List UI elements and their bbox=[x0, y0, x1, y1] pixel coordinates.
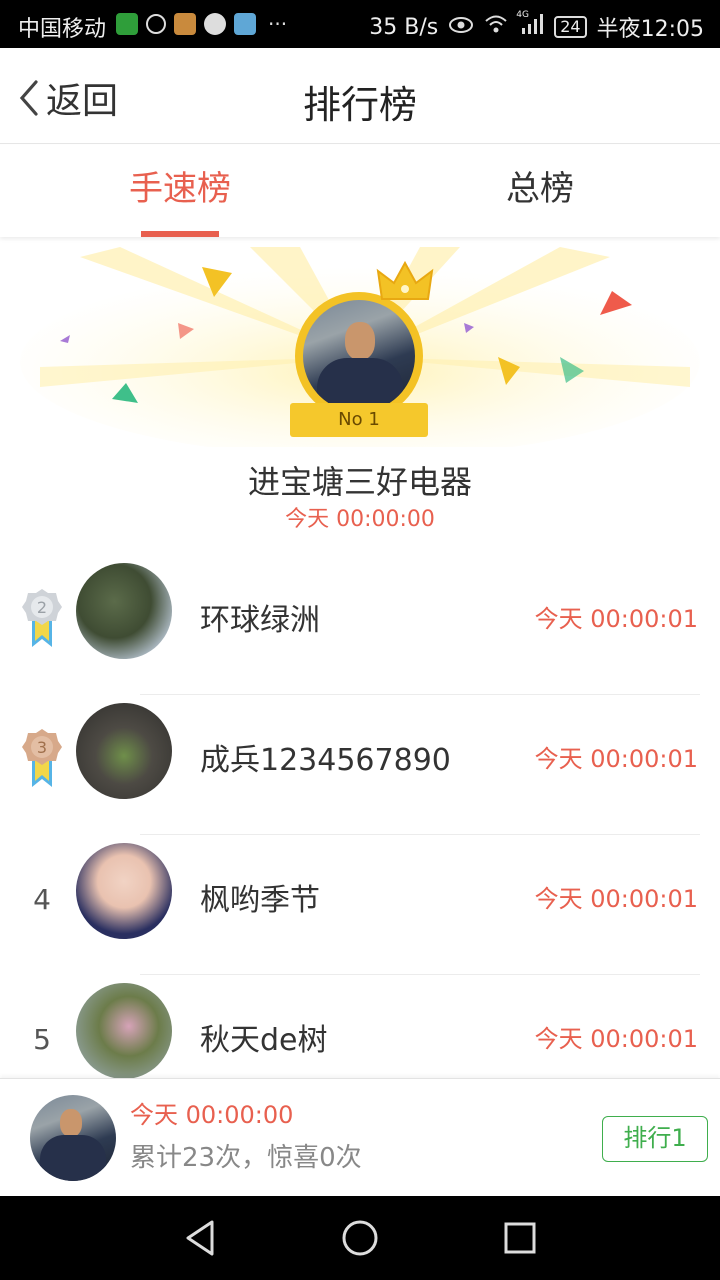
avatar[interactable] bbox=[76, 563, 172, 659]
avatar[interactable] bbox=[76, 843, 172, 939]
status-bar: 中国移动 ··· 35 B/s 4G 24 半夜12:05 bbox=[0, 0, 720, 48]
my-stats: 累计23次，惊喜0次 bbox=[130, 1143, 362, 1173]
list-item[interactable]: 4 枫哟季节 今天 00:00:01 bbox=[0, 835, 720, 975]
no1-ribbon: No 1 bbox=[290, 403, 428, 437]
rank-time: 今天 00:00:01 bbox=[534, 1025, 698, 1053]
winner-podium: No 1 进宝塘三好电器 今天 00:00:00 bbox=[0, 237, 720, 537]
rank-name: 枫哟季节 bbox=[200, 883, 320, 918]
list-item[interactable]: 2 环球绿洲 今天 00:00:01 bbox=[0, 555, 720, 695]
my-ranking-summary: 今天 00:00:00 累计23次，惊喜0次 排行1 bbox=[0, 1078, 720, 1196]
home-nav-icon[interactable] bbox=[338, 1216, 382, 1260]
my-avatar[interactable] bbox=[30, 1095, 116, 1181]
silver-medal-icon: 2 bbox=[22, 589, 62, 647]
system-nav-bar bbox=[0, 1196, 720, 1280]
wechat-icon bbox=[204, 13, 226, 35]
tab-speed-ranking[interactable]: 手速榜 bbox=[0, 145, 360, 237]
rank-time: 今天 00:00:01 bbox=[534, 745, 698, 773]
browser-app-icon bbox=[234, 13, 256, 35]
clock: 半夜12:05 bbox=[596, 17, 704, 42]
rank-number: 4 bbox=[33, 883, 51, 916]
page-title: 排行榜 bbox=[302, 83, 417, 127]
avatar[interactable] bbox=[76, 703, 172, 799]
active-tab-indicator bbox=[141, 231, 219, 237]
recents-nav-icon[interactable] bbox=[498, 1216, 542, 1260]
rank-name: 成兵1234567890 bbox=[200, 743, 451, 778]
bronze-medal-icon: 3 bbox=[22, 729, 62, 787]
wifi-icon bbox=[484, 14, 508, 40]
signal-icon: 4G bbox=[516, 10, 544, 40]
eye-icon bbox=[448, 15, 474, 40]
my-time: 今天 00:00:00 bbox=[130, 1101, 294, 1129]
rank-time: 今天 00:00:01 bbox=[534, 885, 698, 913]
svg-text:3: 3 bbox=[37, 738, 47, 757]
avatar[interactable] bbox=[76, 983, 172, 1079]
back-nav-icon[interactable] bbox=[178, 1216, 222, 1260]
ranking-tabs: 手速榜 总榜 bbox=[0, 145, 720, 237]
crown-icon bbox=[376, 260, 434, 300]
notification-icons: ··· bbox=[116, 12, 287, 36]
app-header: 返回 排行榜 bbox=[0, 48, 720, 144]
rank-time: 今天 00:00:01 bbox=[534, 605, 698, 633]
rank-name: 环球绿洲 bbox=[200, 603, 320, 638]
loading-ring-icon bbox=[146, 14, 166, 34]
list-item[interactable]: 3 成兵1234567890 今天 00:00:01 bbox=[0, 695, 720, 835]
svg-text:2: 2 bbox=[37, 598, 47, 617]
rank-number: 5 bbox=[33, 1023, 51, 1056]
app-notification-icon bbox=[116, 13, 138, 35]
more-notifications-icon: ··· bbox=[268, 12, 288, 36]
tab-overall-ranking[interactable]: 总榜 bbox=[360, 145, 720, 237]
winner-name: 进宝塘三好电器 bbox=[247, 463, 472, 501]
battery-icon: 24 bbox=[554, 16, 587, 38]
winner-avatar[interactable] bbox=[295, 292, 423, 420]
ranking-list: 2 环球绿洲 今天 00:00:01 3 成兵1234567890 今天 00:… bbox=[0, 555, 720, 1115]
winner-time: 今天 00:00:00 bbox=[285, 507, 435, 532]
rank-name: 秋天de树 bbox=[200, 1023, 328, 1058]
carrier-label: 中国移动 bbox=[18, 17, 107, 42]
status-right: 35 B/s 4G 24 半夜12:05 bbox=[369, 10, 704, 43]
video-app-icon bbox=[174, 13, 196, 35]
network-speed: 35 B/s bbox=[369, 14, 439, 40]
my-rank-button[interactable]: 排行1 bbox=[602, 1116, 708, 1162]
